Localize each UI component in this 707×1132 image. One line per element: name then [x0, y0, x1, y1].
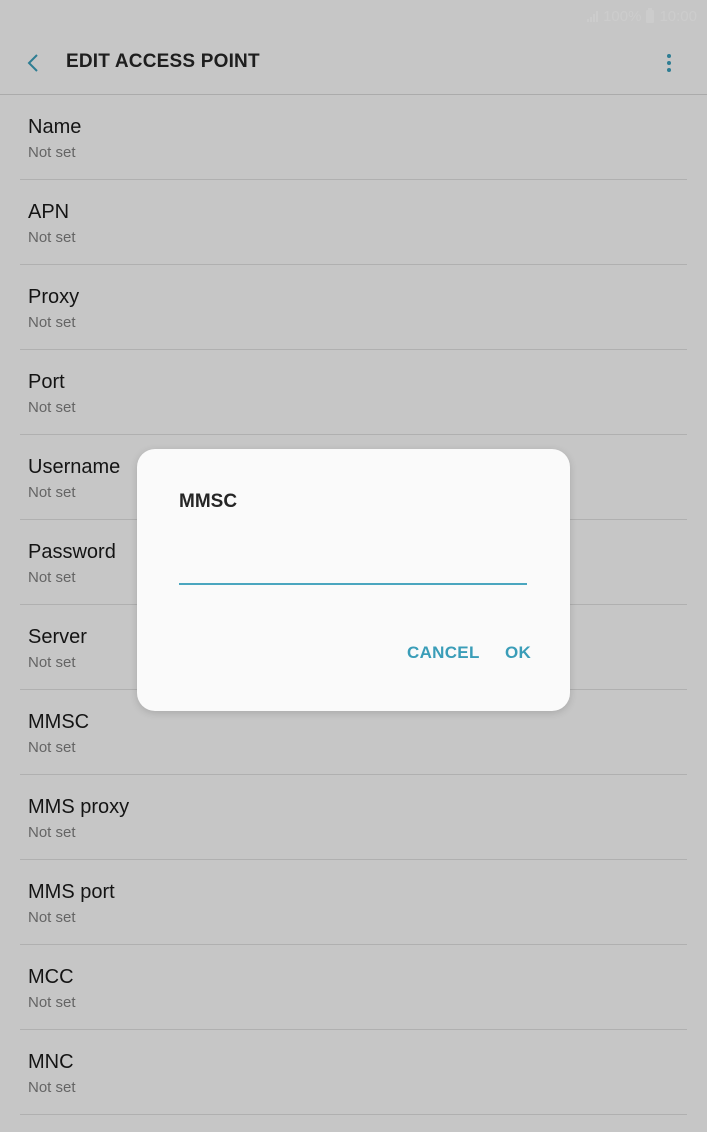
- mmsc-dialog: MMSC CANCEL OK: [137, 449, 570, 711]
- cancel-button[interactable]: CANCEL: [407, 643, 480, 663]
- mmsc-input[interactable]: [179, 549, 527, 585]
- dialog-title: MMSC: [179, 491, 238, 512]
- ok-button[interactable]: OK: [505, 643, 531, 663]
